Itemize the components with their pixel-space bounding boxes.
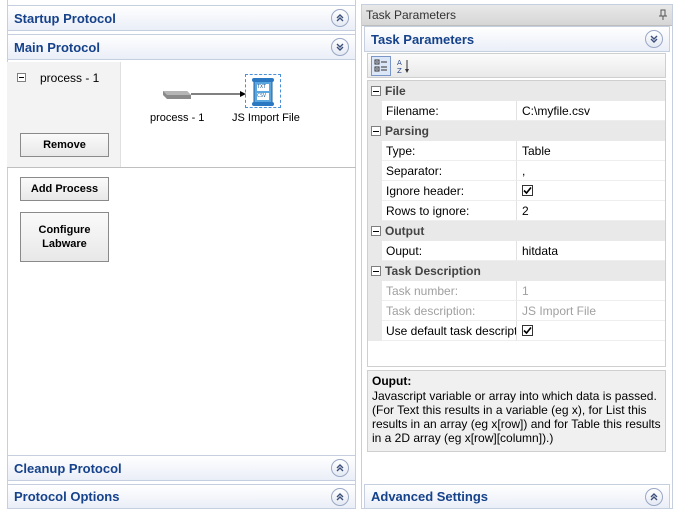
- expand-down-icon[interactable]: [331, 38, 349, 56]
- rows-to-ignore-value[interactable]: 2: [517, 201, 665, 221]
- category-output[interactable]: Output: [368, 221, 665, 241]
- property-name: Separator:: [382, 161, 517, 181]
- category-collapse-icon[interactable]: [371, 226, 381, 236]
- description-text: Javascript variable or array into which …: [372, 389, 661, 445]
- use-default-checkbox[interactable]: [522, 325, 533, 336]
- icon-text-txt: TXT: [257, 84, 267, 90]
- property-row-rows-to-ignore[interactable]: Rows to ignore: 2: [368, 201, 665, 221]
- property-row-use-default[interactable]: Use default task descript: [368, 321, 665, 341]
- category-label: File: [385, 84, 406, 98]
- category-collapse-icon[interactable]: [371, 266, 381, 276]
- collapse-up-icon[interactable]: [331, 487, 349, 506]
- property-name: Rows to ignore:: [382, 201, 517, 221]
- property-name: Task description:: [382, 301, 517, 321]
- category-parsing[interactable]: Parsing: [368, 121, 665, 141]
- startup-protocol-header[interactable]: Startup Protocol: [7, 5, 356, 31]
- collapse-up-icon[interactable]: [645, 487, 663, 506]
- configure-labware-button[interactable]: Configure Labware: [20, 212, 109, 262]
- collapse-up-icon[interactable]: [331, 9, 349, 27]
- separator-value[interactable]: ,: [517, 161, 665, 181]
- startup-protocol-title: Startup Protocol: [14, 10, 116, 26]
- property-name: Task number:: [382, 281, 517, 301]
- protocol-options-header[interactable]: Protocol Options: [7, 484, 356, 509]
- sort-az-icon: A Z: [397, 59, 409, 74]
- property-name: Filename:: [382, 101, 517, 121]
- script-file-icon: [252, 78, 274, 106]
- ignore-header-checkbox[interactable]: [522, 185, 533, 196]
- property-name: Type:: [382, 141, 517, 161]
- divider: [7, 167, 356, 168]
- collapse-up-icon[interactable]: [331, 459, 349, 477]
- ouput-value[interactable]: hitdata: [517, 241, 665, 261]
- property-grid-toolbar: A Z: [367, 53, 666, 78]
- property-grid: File Filename: C:\myfile.csv Parsing Typ…: [367, 80, 666, 367]
- tree-item-process[interactable]: process - 1: [40, 71, 99, 85]
- categorized-view-button[interactable]: [371, 55, 391, 76]
- property-row-ignore-header[interactable]: Ignore header:: [368, 181, 665, 201]
- remove-button[interactable]: Remove: [20, 133, 109, 157]
- js-import-node[interactable]: TXT CSV: [245, 74, 281, 108]
- main-protocol-title: Main Protocol: [14, 39, 100, 55]
- advanced-settings-header[interactable]: Advanced Settings: [364, 484, 670, 509]
- property-row-task-number[interactable]: Task number: 1: [368, 281, 665, 301]
- add-process-button[interactable]: Add Process: [20, 177, 109, 201]
- js-import-node-label: JS Import File: [232, 112, 300, 124]
- categorized-icon: [374, 59, 387, 71]
- property-name: Ouput:: [382, 241, 517, 261]
- category-file[interactable]: File: [368, 81, 665, 101]
- property-row-separator[interactable]: Separator: ,: [368, 161, 665, 181]
- category-label: Parsing: [385, 124, 430, 138]
- icon-text-csv: CSV: [257, 93, 267, 99]
- property-row-task-description[interactable]: Task description: JS Import File: [368, 301, 665, 321]
- main-protocol-header[interactable]: Main Protocol: [7, 34, 356, 60]
- task-parameters-header[interactable]: Task Parameters: [364, 26, 670, 52]
- category-collapse-icon[interactable]: [371, 86, 381, 96]
- property-row-type[interactable]: Type: Table: [368, 141, 665, 161]
- property-name: Use default task descript: [382, 321, 517, 341]
- category-label: Output: [385, 224, 425, 238]
- pin-icon[interactable]: [658, 9, 668, 21]
- task-parameters-title: Task Parameters: [371, 31, 475, 47]
- expand-down-icon[interactable]: [645, 30, 663, 48]
- type-value[interactable]: Table: [517, 141, 665, 161]
- alphabetical-view-button[interactable]: A Z: [394, 56, 414, 76]
- process-node-label: process - 1: [150, 112, 205, 124]
- window-title: Task Parameters: [366, 8, 457, 22]
- filename-value[interactable]: C:\myfile.csv: [517, 101, 665, 121]
- task-description-value: JS Import File: [517, 301, 665, 321]
- advanced-settings-title: Advanced Settings: [371, 489, 489, 504]
- svg-text:A: A: [397, 59, 402, 67]
- svg-text:Z: Z: [397, 67, 402, 74]
- property-name: Ignore header:: [382, 181, 517, 201]
- property-row-filename[interactable]: Filename: C:\myfile.csv: [368, 101, 665, 121]
- property-description-pane: Ouput: Javascript variable or array into…: [367, 370, 666, 452]
- category-task-description[interactable]: Task Description: [368, 261, 665, 281]
- category-collapse-icon[interactable]: [371, 126, 381, 136]
- task-number-value: 1: [517, 281, 665, 301]
- task-parameters-titlebar: Task Parameters: [362, 5, 672, 26]
- cleanup-protocol-header[interactable]: Cleanup Protocol: [7, 455, 356, 481]
- category-label: Task Description: [385, 264, 481, 278]
- description-title: Ouput:: [372, 374, 412, 388]
- process-node-icon[interactable]: [160, 86, 192, 102]
- protocol-options-title: Protocol Options: [14, 489, 120, 504]
- tree-collapse-icon[interactable]: [17, 73, 26, 82]
- property-row-ouput[interactable]: Ouput: hitdata: [368, 241, 665, 261]
- cleanup-protocol-title: Cleanup Protocol: [14, 460, 122, 476]
